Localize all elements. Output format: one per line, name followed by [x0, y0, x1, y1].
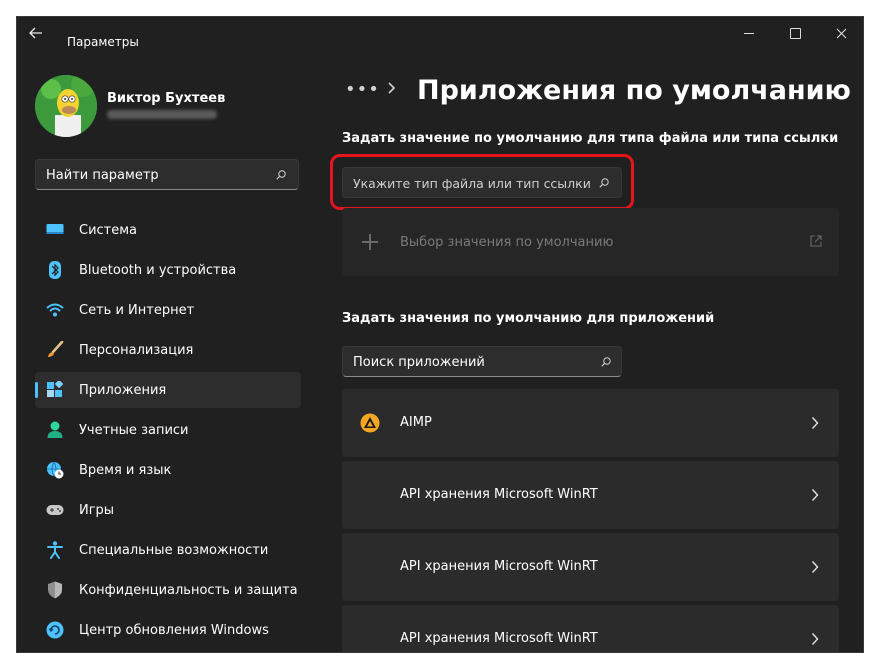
- sidebar-item-windows-update[interactable]: Центр обновления Windows: [35, 612, 301, 648]
- arrow-left-icon: [29, 27, 42, 39]
- maximize-button[interactable]: [772, 17, 818, 49]
- sidebar-nav: Система Bluetooth и устройства Сеть и Ин…: [35, 212, 301, 652]
- sidebar-item-label: Приложения: [79, 382, 167, 398]
- back-button[interactable]: [29, 27, 49, 43]
- app-name: API хранения Microsoft WinRT: [400, 631, 598, 646]
- sidebar-item-label: Учетные записи: [79, 422, 189, 438]
- sidebar-item-label: Bluetooth и устройства: [79, 262, 237, 278]
- wifi-icon: [45, 300, 65, 320]
- apps-section-title: Задать значения по умолчанию для приложе…: [342, 311, 715, 326]
- window-title: Параметры: [67, 35, 139, 49]
- chevron-right-icon: [811, 416, 819, 430]
- sidebar-item-label: Система: [79, 222, 138, 238]
- brush-icon: [45, 340, 65, 360]
- app-row-winrt-storage[interactable]: API хранения Microsoft WinRT: [342, 461, 839, 529]
- search-icon[interactable]: [601, 357, 611, 367]
- choose-default-button[interactable]: Выбор значения по умолчанию: [342, 208, 839, 276]
- chevron-right-icon: [811, 488, 819, 502]
- apps-icon: [45, 380, 65, 400]
- sidebar-item-personalization[interactable]: Персонализация: [35, 332, 301, 368]
- shield-icon: [45, 580, 65, 600]
- chevron-right-icon: [811, 632, 819, 646]
- settings-window: Параметры Виктор Бухтеев Найти параметр …: [16, 16, 864, 653]
- choose-default-label: Выбор значения по умолчанию: [400, 235, 614, 250]
- page-title: Приложения по умолчанию: [417, 75, 851, 106]
- minimize-button[interactable]: [726, 17, 772, 49]
- globe-clock-icon: [45, 460, 65, 480]
- sidebar-item-label: Сеть и Интернет: [79, 302, 195, 318]
- sidebar-item-gaming[interactable]: Игры: [35, 492, 301, 528]
- bluetooth-icon: [45, 260, 65, 280]
- chevron-right-icon: [811, 560, 819, 574]
- close-button[interactable]: [818, 17, 863, 49]
- sidebar-item-network[interactable]: Сеть и Интернет: [35, 292, 301, 328]
- sidebar-item-bluetooth[interactable]: Bluetooth и устройства: [35, 252, 301, 288]
- user-email-redacted: [107, 110, 217, 119]
- app-row-winrt-storage[interactable]: API хранения Microsoft WinRT: [342, 533, 839, 601]
- app-name: API хранения Microsoft WinRT: [400, 559, 598, 574]
- search-icon[interactable]: [276, 170, 286, 180]
- filetype-section-title: Задать значение по умолчанию для типа фа…: [342, 131, 839, 146]
- person-icon: [45, 420, 65, 440]
- sidebar-item-privacy[interactable]: Конфиденциальность и защита: [35, 572, 301, 608]
- minimize-icon: [744, 32, 754, 34]
- update-icon: [45, 620, 65, 640]
- user-name: Виктор Бухтеев: [107, 91, 226, 106]
- display-icon: [45, 220, 65, 240]
- sidebar-item-system[interactable]: Система: [35, 212, 301, 248]
- settings-search-input[interactable]: Найти параметр: [35, 159, 299, 190]
- chevron-right-icon: [387, 79, 396, 100]
- app-name: API хранения Microsoft WinRT: [400, 487, 598, 502]
- aimp-icon: [360, 413, 380, 433]
- title-bar: Параметры: [17, 17, 863, 53]
- sidebar-item-label: Персонализация: [79, 342, 194, 358]
- sidebar-item-apps[interactable]: Приложения: [35, 372, 301, 408]
- maximize-icon: [789, 27, 801, 39]
- sidebar-item-time-language[interactable]: Время и язык: [35, 452, 301, 488]
- sidebar-item-accounts[interactable]: Учетные записи: [35, 412, 301, 448]
- sidebar-item-label: Центр обновления Windows: [79, 622, 269, 638]
- app-row-winrt-storage[interactable]: API хранения Microsoft WinRT: [342, 605, 839, 652]
- settings-search-placeholder: Найти параметр: [46, 168, 159, 183]
- sidebar-item-label: Конфиденциальность и защита: [79, 582, 298, 598]
- app-name: AIMP: [400, 415, 432, 430]
- sidebar-item-label: Время и язык: [79, 462, 172, 478]
- sidebar-item-label: Игры: [79, 502, 115, 518]
- avatar-image: [35, 75, 97, 137]
- sidebar-item-label: Специальные возможности: [79, 542, 269, 558]
- gamepad-icon: [45, 500, 65, 520]
- close-icon: [836, 28, 846, 38]
- breadcrumb-more-button[interactable]: •••: [345, 79, 380, 100]
- highlight-frame: [330, 154, 634, 210]
- plus-icon: [362, 234, 378, 250]
- open-external-icon: [810, 235, 822, 247]
- avatar[interactable]: [35, 75, 97, 137]
- accessibility-icon: [45, 540, 65, 560]
- app-search-placeholder: Поиск приложений: [353, 355, 485, 370]
- app-search-input[interactable]: Поиск приложений: [342, 346, 622, 377]
- app-row-aimp[interactable]: AIMP: [342, 389, 839, 457]
- app-list: AIMP API хранения Microsoft WinRT API хр…: [342, 389, 839, 652]
- sidebar-item-accessibility[interactable]: Специальные возможности: [35, 532, 301, 568]
